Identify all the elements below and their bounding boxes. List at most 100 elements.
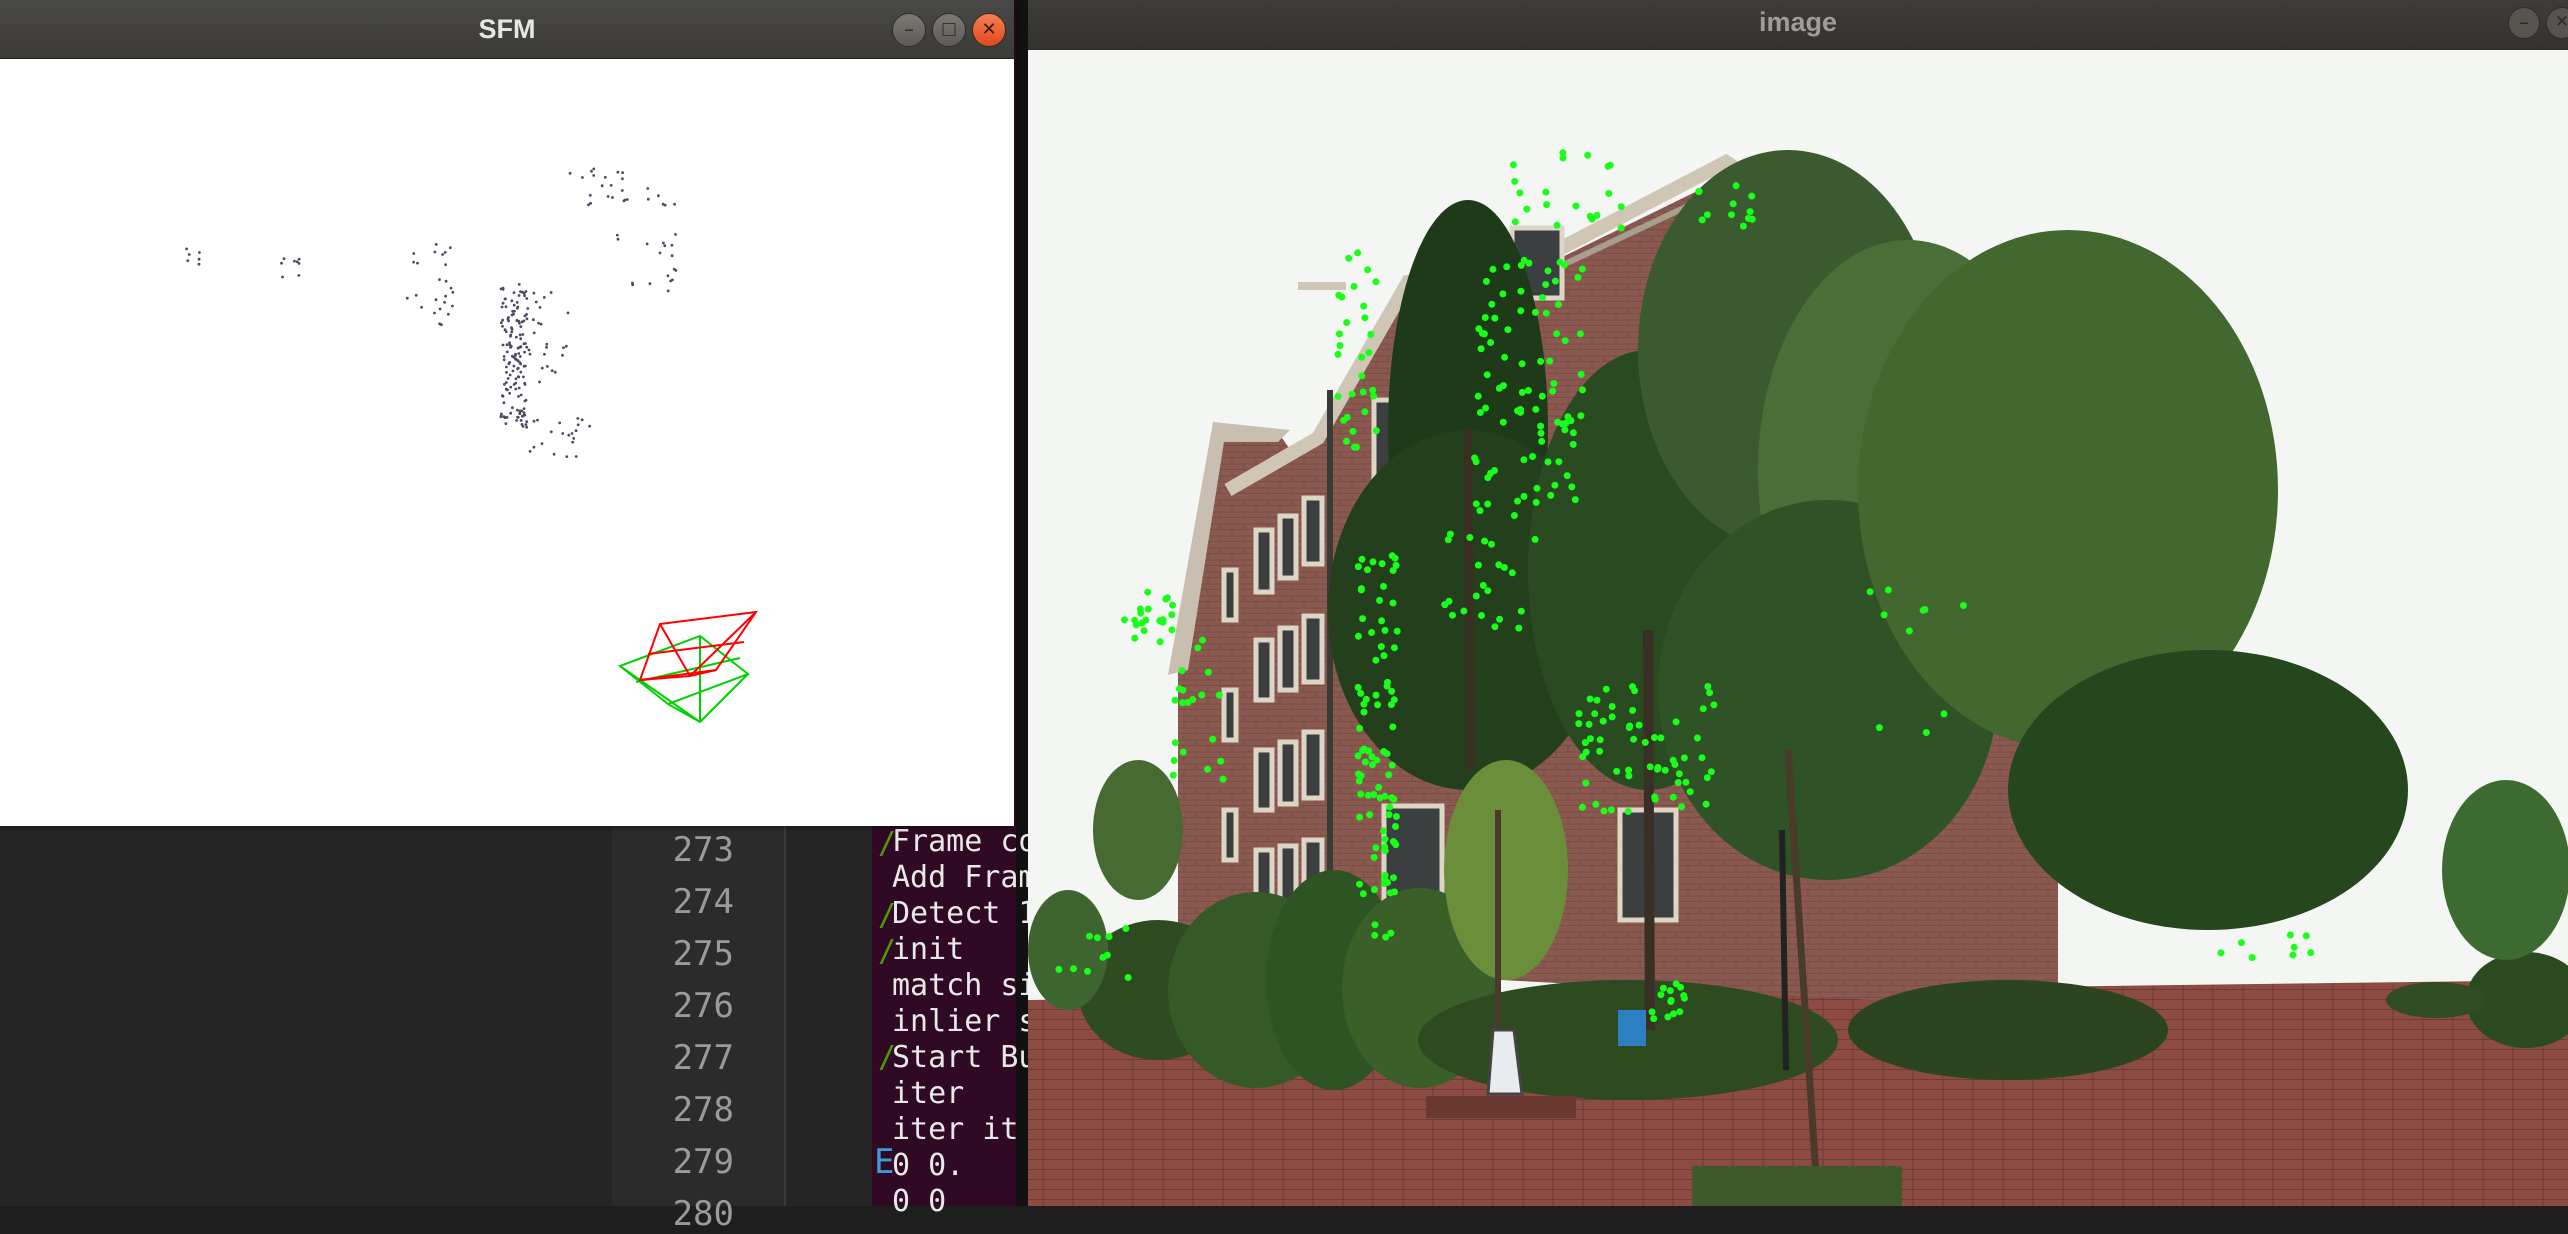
sfm-window[interactable]: SFM – □ ✕ [0,0,1014,826]
feature-point [1360,708,1368,716]
feature-point [1516,189,1524,197]
cloud-point [588,424,591,428]
cloud-point [416,261,419,265]
image-window[interactable]: image – ✕ [1028,0,2568,1206]
feature-point [1582,779,1590,787]
sfm-titlebar[interactable]: SFM – □ ✕ [0,0,1014,59]
feature-point [1676,1008,1684,1016]
cloud-point [663,203,667,207]
cloud-point [297,262,301,265]
feature-point [1905,627,1913,635]
feature-point [1334,350,1342,358]
cloud-point [550,369,554,372]
cloud-point [504,387,508,391]
feature-point [1880,611,1888,619]
cloud-point [451,290,455,294]
cloud-point [514,387,518,391]
feature-point [1704,683,1712,690]
feature-point [1579,753,1587,761]
feature-point [2217,949,2225,957]
feature-point [1678,803,1685,811]
feature-point [1707,768,1715,776]
minimize-button[interactable]: – [2508,7,2540,39]
cloud-point [521,425,525,428]
feature-point [1501,353,1509,361]
feature-point [1669,793,1677,801]
feature-point [1361,314,1369,322]
cloud-point [523,381,527,385]
feature-point [1385,811,1393,819]
feature-point [1365,349,1373,357]
feature-point [1377,643,1385,651]
feature-point [1343,413,1351,421]
feature-point [1585,720,1593,728]
feature-point [1217,757,1225,765]
cloud-point [508,343,512,347]
feature-point [1350,282,1358,290]
feature-point [1198,691,1206,699]
cloud-point [509,334,512,338]
feature-point [1672,980,1680,988]
cloud-point [525,420,529,423]
feature-point [1695,188,1703,196]
cloud-point [512,364,516,368]
feature-point [1543,201,1551,209]
cloud-point [504,422,508,425]
minimize-button[interactable]: – [892,13,926,47]
feature-point [1959,602,1967,609]
feature-point [1476,409,1484,416]
cloud-point [567,433,571,437]
cloud-point [521,414,524,418]
feature-point [1629,706,1637,714]
feature-point [1491,467,1498,474]
cloud-point [523,294,526,298]
cloud-point [517,319,521,323]
feature-point [1122,925,1130,932]
feature-point [1070,965,1077,973]
cloud-point [451,304,454,308]
cloud-point [606,195,610,198]
cloud-point [519,370,523,374]
feature-point [1567,417,1575,425]
terminal-line: Start Bu [892,1040,1037,1075]
feature-point [1561,426,1569,434]
terminal-line: iter it [892,1112,1019,1147]
feature-point [1499,382,1507,390]
cloud-point [620,189,624,192]
feature-point [1361,408,1369,416]
cloud-point [187,253,191,256]
cloud-point [516,366,520,370]
feature-point [1625,724,1633,731]
feature-point [1657,991,1665,999]
feature-point [1356,724,1364,732]
cloud-point [449,286,453,290]
feature-point [1617,203,1625,211]
cloud-point [525,297,529,300]
feature-point [1608,703,1616,710]
feature-point [1551,481,1559,489]
point-cloud-viewport[interactable] [0,58,1014,826]
cloud-point [588,193,592,197]
cloud-point [657,194,660,198]
feature-point [2307,949,2315,957]
feature-point [1491,314,1499,322]
close-button[interactable]: ✕ [972,13,1006,47]
cloud-point [521,333,525,336]
feature-point [1544,458,1552,466]
cloud-point [440,323,443,327]
feature-point [1178,667,1186,675]
feature-point [1482,277,1490,285]
image-titlebar[interactable]: image – ✕ [1028,0,2568,51]
cloud-point [646,187,650,190]
maximize-button[interactable]: □ [932,13,966,47]
feature-point [1093,934,1101,942]
feature-point [1371,931,1379,939]
feature-point [1471,454,1479,462]
feature-point [1131,634,1139,642]
feature-point [1084,967,1091,975]
feature-point [1537,429,1545,437]
feature-point [1444,536,1452,544]
feature-point [1215,691,1223,699]
feature-point [1553,330,1561,338]
feature-point [1651,734,1658,741]
